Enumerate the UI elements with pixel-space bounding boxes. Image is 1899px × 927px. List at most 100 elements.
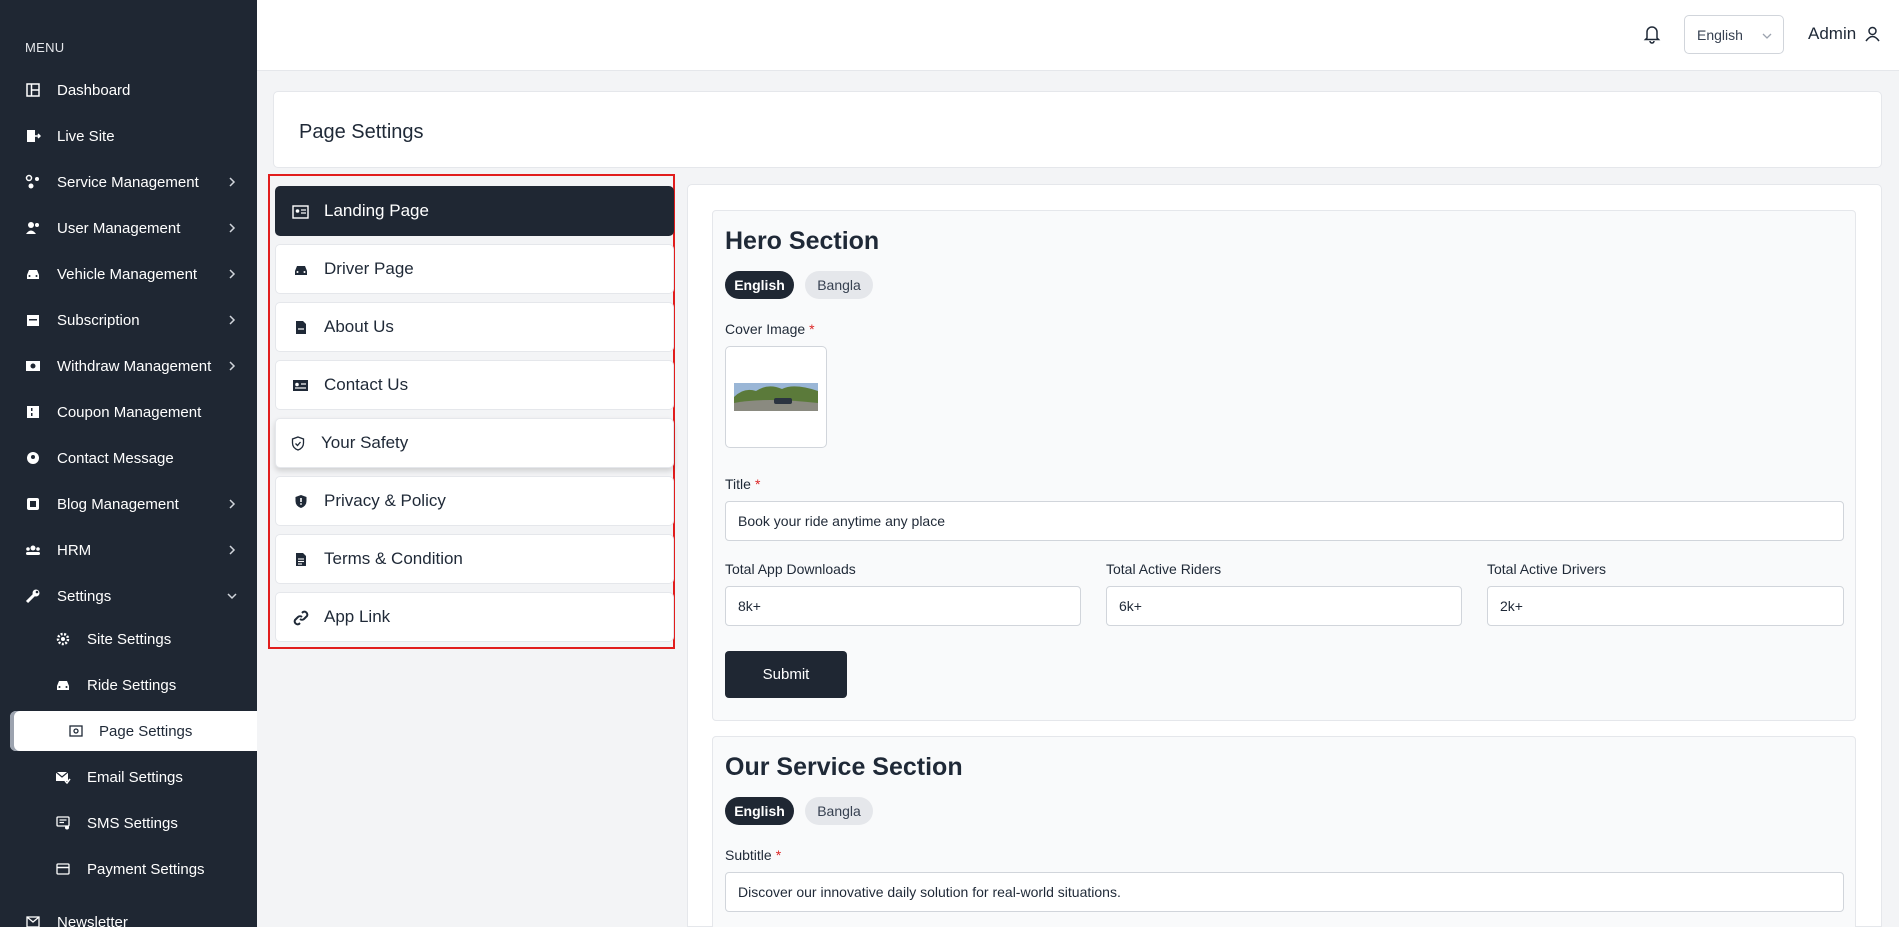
credit-card-icon [54, 860, 72, 878]
title-label: Title * [725, 476, 761, 492]
live-site-icon [24, 127, 42, 145]
sidebar-item-subscription[interactable]: Subscription [0, 300, 257, 340]
shield-check-icon [289, 435, 306, 452]
chevron-down-icon [1762, 33, 1772, 39]
sidebar-item-live-site[interactable]: Live Site [0, 116, 257, 156]
service-section: Our Service Section English Bangla Subti… [712, 736, 1856, 927]
chevron-right-icon [229, 315, 236, 325]
money-icon [24, 357, 42, 375]
chevron-right-icon [229, 269, 236, 279]
hero-title-input[interactable]: Book your ride anytime any place [725, 501, 1844, 541]
people-icon [24, 541, 42, 559]
settings-content: Hero Section English Bangla Cover Image *… [687, 184, 1882, 927]
sidebar-item-email-settings[interactable]: Email Settings [0, 757, 257, 797]
subtitle-label: Subtitle * [725, 847, 782, 863]
calendar-icon [24, 311, 42, 329]
sidebar-item-label: Coupon Management [57, 403, 202, 421]
mail-icon [24, 913, 42, 927]
drivers-label: Total Active Drivers [1487, 561, 1607, 577]
sidebar-item-label: Dashboard [57, 81, 131, 99]
subtitle-input[interactable]: Discover our innovative daily solution f… [725, 872, 1844, 912]
sidebar-item-dashboard[interactable]: Dashboard [0, 70, 257, 110]
cover-image-upload[interactable] [725, 346, 827, 448]
chevron-right-icon [229, 545, 236, 555]
bell-icon[interactable] [1643, 24, 1661, 44]
user-icon [1865, 26, 1880, 42]
car-icon [54, 676, 72, 694]
car-icon [292, 261, 309, 278]
riders-label: Total Active Riders [1106, 561, 1222, 577]
sidebar-item-label: Vehicle Management [57, 265, 198, 283]
chevron-right-icon [229, 177, 236, 187]
user-menu[interactable]: Admin [1808, 24, 1880, 44]
sidebar-item-label: Withdraw Management [57, 357, 212, 375]
blog-icon [24, 495, 42, 513]
tab-app-link[interactable]: App Link [275, 592, 674, 642]
sidebar-item-label: Email Settings [87, 768, 183, 786]
downloads-input[interactable]: 8k+ [725, 586, 1081, 626]
sidebar-item-newsletter[interactable]: Newsletter [0, 902, 257, 927]
document-icon [292, 319, 309, 336]
language-select[interactable]: English [1684, 15, 1784, 54]
tab-label: App Link [324, 607, 391, 626]
sidebar-item-label: Live Site [57, 127, 115, 145]
tab-your-safety[interactable]: Your Safety [275, 418, 674, 468]
tab-label: Terms & Condition [324, 549, 463, 568]
hero-section-title: Hero Section [725, 227, 880, 255]
services-icon [24, 173, 42, 191]
sidebar-item-contact-message[interactable]: Contact Message [0, 438, 257, 478]
sidebar-item-ride-settings[interactable]: Ride Settings [0, 665, 257, 705]
sidebar-item-site-settings[interactable]: Site Settings [0, 619, 257, 659]
tab-driver-page[interactable]: Driver Page [275, 244, 674, 294]
tab-contact-us[interactable]: Contact Us [275, 360, 674, 410]
tab-privacy-policy[interactable]: Privacy & Policy [275, 476, 674, 526]
downloads-label: Total App Downloads [725, 561, 856, 577]
link-icon [292, 609, 309, 626]
sidebar-item-vehicle-management[interactable]: Vehicle Management [0, 254, 257, 294]
service-lang-bangla-tab[interactable]: Bangla [805, 797, 873, 825]
tab-label: Driver Page [324, 259, 414, 278]
sidebar-item-label: Subscription [57, 311, 140, 329]
sidebar-item-label: Newsletter [57, 913, 128, 927]
id-card-icon [292, 203, 309, 220]
sidebar-item-page-settings[interactable]: Page Settings [10, 711, 257, 751]
cover-image-thumbnail [734, 383, 818, 411]
sidebar-item-label: Blog Management [57, 495, 179, 513]
shield-icon [292, 493, 309, 510]
users-icon [24, 219, 42, 237]
chevron-right-icon [229, 223, 236, 233]
sidebar-item-sms-settings[interactable]: SMS Settings [0, 803, 257, 843]
sidebar-item-coupon-management[interactable]: Coupon Management [0, 392, 257, 432]
mail-check-icon [54, 768, 72, 786]
sidebar: MENU Dashboard Live Site Service Managem… [0, 0, 257, 927]
service-section-title: Our Service Section [725, 753, 963, 781]
tab-landing-page[interactable]: Landing Page [275, 186, 674, 236]
hero-lang-english-tab[interactable]: English [725, 271, 794, 299]
tab-label: Your Safety [321, 433, 409, 452]
tab-terms-condition[interactable]: Terms & Condition [275, 534, 674, 584]
tab-about-us[interactable]: About Us [275, 302, 674, 352]
tab-label: About Us [324, 317, 394, 336]
sidebar-item-label: HRM [57, 541, 92, 559]
sidebar-item-settings[interactable]: Settings [0, 576, 257, 616]
drivers-input[interactable]: 2k+ [1487, 586, 1844, 626]
menu-label: MENU [25, 40, 65, 55]
page-settings-icon [67, 722, 85, 740]
submit-button[interactable]: Submit [725, 651, 847, 698]
sidebar-item-blog-management[interactable]: Blog Management [0, 484, 257, 524]
service-lang-english-tab[interactable]: English [725, 797, 794, 825]
cover-image-label: Cover Image * [725, 321, 815, 337]
sidebar-item-withdraw-management[interactable]: Withdraw Management [0, 346, 257, 386]
sidebar-item-hrm[interactable]: HRM [0, 530, 257, 570]
sidebar-item-payment-settings[interactable]: Payment Settings [0, 849, 257, 889]
hero-lang-bangla-tab[interactable]: Bangla [805, 271, 873, 299]
sidebar-item-label: Service Management [57, 173, 199, 191]
sidebar-item-label: Settings [57, 587, 112, 605]
sidebar-item-service-management[interactable]: Service Management [0, 162, 257, 202]
sidebar-item-user-management[interactable]: User Management [0, 208, 257, 248]
riders-input[interactable]: 6k+ [1106, 586, 1462, 626]
tab-label: Contact Us [324, 375, 409, 394]
hero-section: Hero Section English Bangla Cover Image *… [712, 210, 1856, 721]
chevron-right-icon [229, 499, 236, 509]
page-header: Page Settings [273, 91, 1882, 168]
